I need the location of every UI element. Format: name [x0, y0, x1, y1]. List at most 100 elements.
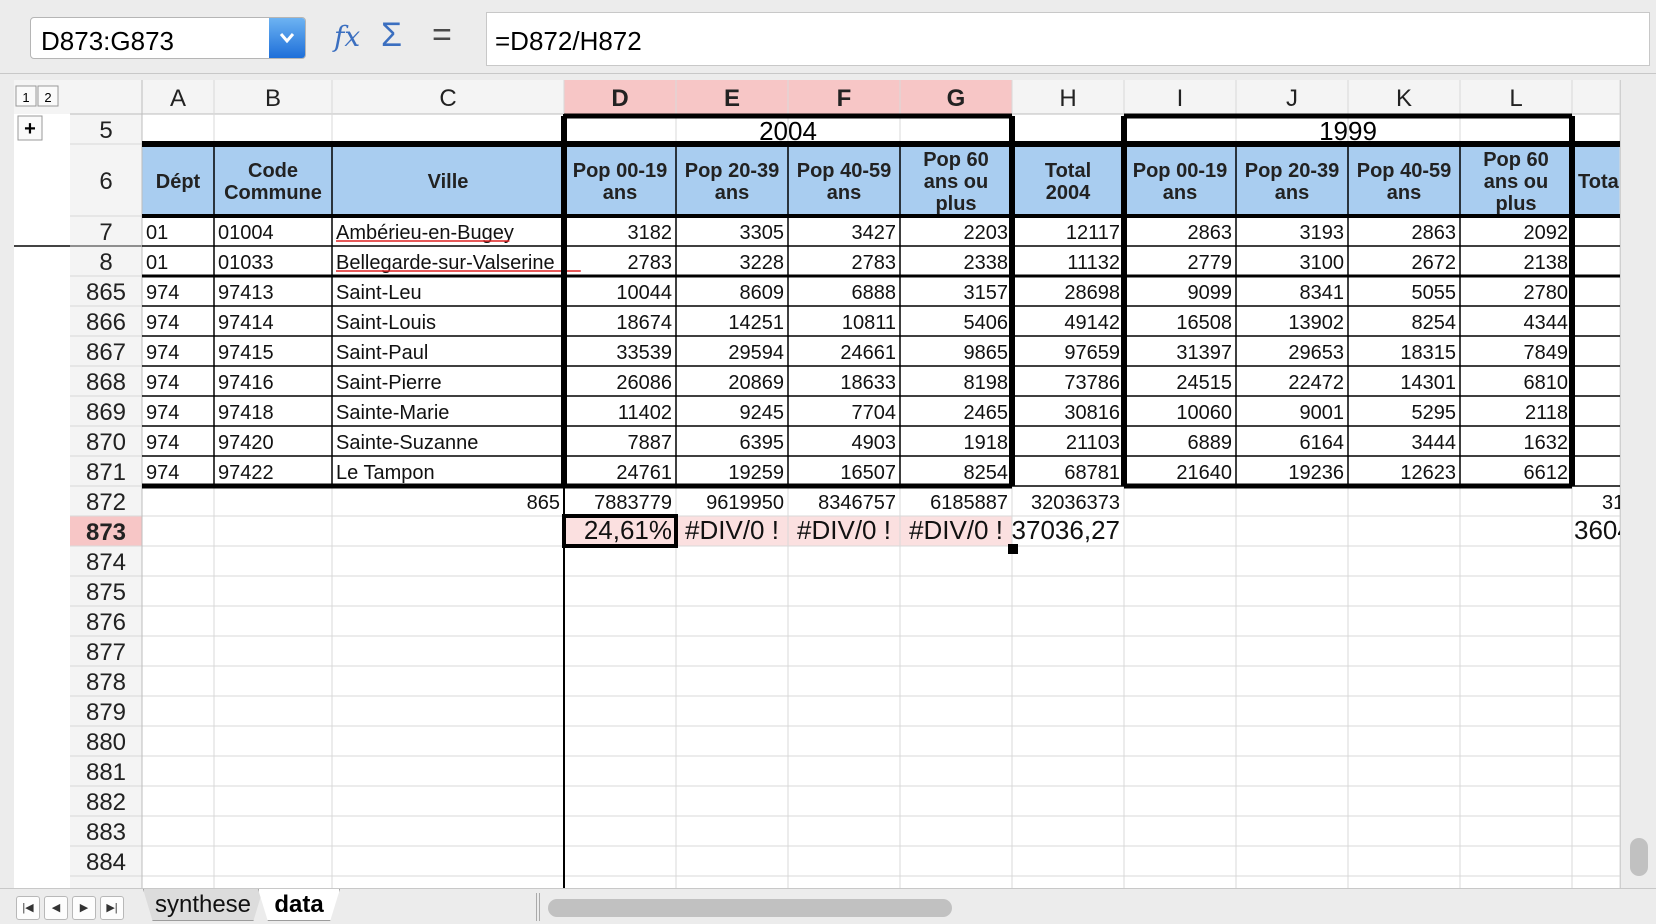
tab-synthese[interactable]: synthese [143, 889, 263, 921]
ratio-cell[interactable]: #DIV/0 ! [797, 515, 891, 545]
data-cell[interactable]: 12117 [1066, 222, 1120, 244]
ratio-cell[interactable]: 24,61% [584, 515, 672, 545]
data-cell[interactable]: 2863 [1412, 222, 1457, 244]
data-cell[interactable]: 2092 [1524, 222, 1569, 244]
data-cell[interactable]: 24661 [840, 342, 896, 364]
total-cell[interactable]: 32036373 [1031, 492, 1120, 514]
total-cell[interactable]: 8346757 [818, 492, 896, 514]
prev-sheet-icon[interactable]: ◀ [44, 896, 68, 920]
data-cell[interactable]: 2203 [964, 222, 1009, 244]
data-cell[interactable]: Saint-Pierre [336, 372, 442, 394]
data-cell[interactable]: 10060 [1176, 402, 1232, 424]
data-cell[interactable]: 3157 [964, 282, 1009, 304]
row-header-5[interactable]: 5 [99, 117, 112, 144]
horizontal-scroll-thumb[interactable] [548, 899, 952, 917]
data-cell[interactable]: 2783 [852, 252, 897, 274]
data-cell[interactable]: 974 [146, 342, 179, 364]
data-cell[interactable]: 97414 [218, 312, 274, 334]
tab-data[interactable]: data [258, 889, 340, 921]
data-cell[interactable]: 9245 [740, 402, 785, 424]
data-cell[interactable]: 21103 [1066, 432, 1120, 454]
data-cell[interactable]: 2783 [628, 252, 673, 274]
ratio-cell[interactable]: 3604 [1574, 515, 1620, 545]
row-header-874[interactable]: 874 [86, 549, 126, 576]
column-header-i[interactable]: I [1177, 85, 1184, 112]
column-header-h[interactable]: H [1059, 85, 1076, 112]
data-cell[interactable]: 49142 [1064, 312, 1120, 334]
row-header-879[interactable]: 879 [86, 699, 126, 726]
data-cell[interactable]: 9001 [1300, 402, 1345, 424]
row-header-869[interactable]: 869 [86, 399, 126, 426]
data-cell[interactable]: 10044 [616, 282, 672, 304]
data-cell[interactable]: 1918 [964, 432, 1009, 454]
data-cell[interactable]: 26086 [616, 372, 672, 394]
data-cell[interactable]: 8254 [1412, 312, 1457, 334]
data-cell[interactable]: 3100 [1300, 252, 1345, 274]
column-header-k[interactable]: K [1396, 85, 1412, 112]
row-header-883[interactable]: 883 [86, 819, 126, 846]
data-cell[interactable]: 97659 [1064, 342, 1120, 364]
data-cell[interactable]: Sainte-Suzanne [336, 432, 478, 454]
data-cell[interactable]: Saint-Louis [336, 312, 436, 334]
data-cell[interactable]: 30816 [1064, 402, 1120, 424]
data-cell[interactable]: 4903 [852, 432, 897, 454]
data-cell[interactable]: 7704 [852, 402, 897, 424]
data-cell[interactable]: 97413 [218, 282, 274, 304]
outline-level-1-label[interactable]: 1 [22, 90, 29, 105]
row-header-877[interactable]: 877 [86, 639, 126, 666]
data-cell[interactable]: 2465 [964, 402, 1009, 424]
row-header-878[interactable]: 878 [86, 669, 126, 696]
data-cell[interactable]: 01004 [218, 222, 274, 244]
data-cell[interactable]: 21640 [1176, 462, 1232, 484]
data-cell[interactable]: 18315 [1400, 342, 1456, 364]
data-cell[interactable]: 2863 [1188, 222, 1233, 244]
data-cell[interactable]: 8254 [964, 462, 1009, 484]
row-header-871[interactable]: 871 [86, 459, 126, 486]
data-cell[interactable]: 29594 [728, 342, 784, 364]
data-cell[interactable]: 68781 [1064, 462, 1120, 484]
data-cell[interactable]: 8609 [740, 282, 785, 304]
data-cell[interactable]: 974 [146, 432, 179, 454]
data-cell[interactable]: 18674 [616, 312, 672, 334]
data-cell[interactable]: 31397 [1176, 342, 1232, 364]
data-cell[interactable]: 7849 [1524, 342, 1569, 364]
data-cell[interactable]: 97416 [218, 372, 274, 394]
data-cell[interactable]: 8341 [1300, 282, 1345, 304]
data-cell[interactable]: 16507 [840, 462, 896, 484]
data-cell[interactable]: 1632 [1524, 432, 1569, 454]
data-cell[interactable]: Saint-Leu [336, 282, 422, 304]
data-cell[interactable]: 22472 [1288, 372, 1344, 394]
outline-level-2-label[interactable]: 2 [44, 90, 51, 105]
data-cell[interactable]: 11132 [1067, 252, 1120, 274]
spreadsheet-grid[interactable]: A B C D E F G H I J K L 1 2 +5 6 7 8 865 866 867 868 869 870 871… [0, 80, 1620, 888]
column-header-e[interactable]: E [724, 85, 740, 112]
data-cell[interactable]: 8198 [964, 372, 1009, 394]
data-cell[interactable]: 28698 [1064, 282, 1120, 304]
column-header-f[interactable]: F [837, 85, 852, 112]
data-cell[interactable]: 974 [146, 312, 179, 334]
data-cell[interactable]: 01 [146, 222, 168, 244]
data-cell[interactable]: 5295 [1412, 402, 1457, 424]
fx-wizard-icon[interactable]: 𝑓x [334, 20, 360, 56]
data-cell[interactable]: 18633 [840, 372, 896, 394]
data-cell[interactable]: 73786 [1064, 372, 1120, 394]
row-header-867[interactable]: 867 [86, 339, 126, 366]
data-cell[interactable]: 2338 [964, 252, 1009, 274]
data-cell[interactable]: 2138 [1524, 252, 1569, 274]
column-header-c[interactable]: C [439, 85, 456, 112]
total-cell[interactable]: 9619950 [706, 492, 784, 514]
column-header-l[interactable]: L [1509, 85, 1522, 112]
data-cell[interactable]: 29653 [1288, 342, 1344, 364]
row-header-875[interactable]: 875 [86, 579, 126, 606]
data-cell[interactable]: 5406 [964, 312, 1009, 334]
data-cell[interactable]: 14251 [728, 312, 784, 334]
data-cell[interactable]: 2779 [1188, 252, 1233, 274]
row-header-884[interactable]: 884 [86, 849, 126, 876]
data-cell[interactable]: 19236 [1288, 462, 1344, 484]
row-header-882[interactable]: 882 [86, 789, 126, 816]
row-header-881[interactable]: 881 [86, 759, 126, 786]
column-header-a[interactable]: A [170, 85, 186, 112]
row-header-8[interactable]: 8 [99, 249, 112, 276]
data-cell[interactable]: 97415 [218, 342, 274, 364]
column-header-g[interactable]: G [947, 85, 966, 112]
